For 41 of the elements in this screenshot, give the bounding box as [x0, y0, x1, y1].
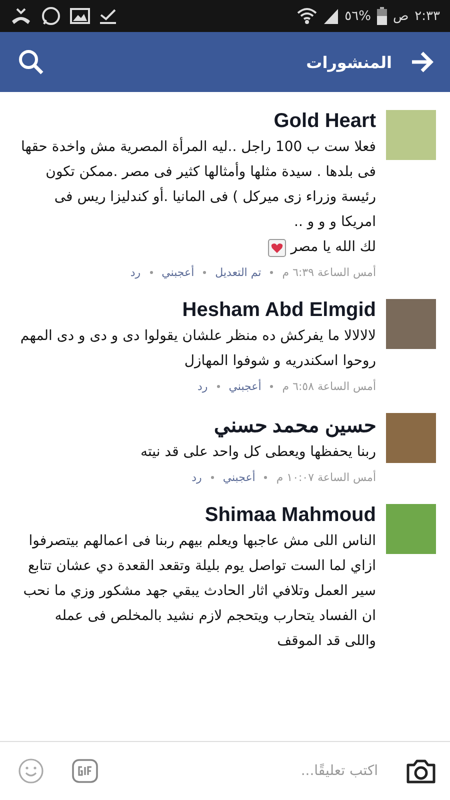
- page-title: المنشورات: [305, 52, 392, 72]
- chat-bubble-icon: [41, 6, 61, 26]
- dot-separator-icon: [216, 385, 220, 388]
- comment-text: فعلا ست ب 100 راجل ..ليه المرأة المصرية مش واخدة حقها فى بلدها . سيدة مثلها وأمثالها كثير فى مصر .ممكن تكون رئيسة وزراء زى ميركل ) فى المانيا .أو كندليزا ريس فى امريكا و و و ..: [20, 136, 376, 232]
- comment-timestamp: أمس الساعة ٦:٣٩ م: [282, 266, 376, 279]
- comment-timestamp: أمس الساعة ١٠:٠٧ م: [276, 471, 376, 484]
- reply-link[interactable]: رد: [130, 266, 141, 279]
- dot-separator-icon: [270, 271, 274, 274]
- image-icon: [70, 8, 90, 24]
- comment-text: ربنا يحفظها ويعطى كل واحد على قد نيته: [140, 443, 376, 462]
- missed-call-icon: [10, 7, 32, 25]
- wifi-icon: [296, 7, 317, 25]
- dot-separator-icon: [203, 271, 206, 274]
- like-link[interactable]: أعجبني: [222, 471, 256, 484]
- commenter-name[interactable]: Shimaa Mahmoud: [204, 504, 376, 527]
- dot-separator-icon: [150, 271, 153, 274]
- like-link[interactable]: أعجبني: [162, 266, 194, 279]
- dot-separator-icon: [210, 476, 214, 479]
- smiley-icon[interactable]: [18, 758, 44, 784]
- commenter-name[interactable]: Hesham Abd Elmgid: [182, 299, 376, 322]
- camera-icon[interactable]: [406, 758, 436, 784]
- gif-icon[interactable]: [72, 759, 98, 783]
- comment-input-field[interactable]: اكتب تعليقًا...: [126, 757, 378, 785]
- dot-separator-icon: [270, 385, 274, 388]
- like-link[interactable]: أعجبني: [228, 380, 262, 393]
- commenter-name[interactable]: Gold Heart: [274, 110, 376, 133]
- comment-timestamp: أمس الساعة ٦:٥٨ م: [282, 380, 376, 393]
- battery-icon: [376, 7, 387, 25]
- battery-percentage: ٥٦%: [344, 8, 371, 24]
- signal-icon: [322, 8, 339, 24]
- comment-text: لك الله يا مصر: [290, 238, 376, 257]
- clock: ٢:٣٣: [414, 8, 440, 24]
- comment-text: الناس اللى مش عاجبها ويعلم بيهم ربنا فى اعمالهم بيتصرفوا ازاي لما الست تواصل يوم بليلة وتقعد القعدة دي عشان تتابع سير العمل وتلافي اثار الحادث يبقي جهد مشكور وزي ما نحب ان الفساد يتحارب ويتحجم لازم نشيد بالمخلص فى عمله واللى قد الموقف: [22, 532, 376, 651]
- comment-text: لالالالا ما يفركش ده منظر علشان يقولوا دى و دى و دى المهم روحوا اسكندريه و شوفوا المهازل: [20, 327, 376, 371]
- commenter-name[interactable]: حسين محمد حسني: [214, 413, 376, 438]
- am-pm-indicator: ص: [392, 8, 409, 24]
- dot-separator-icon: [264, 476, 268, 479]
- reply-link[interactable]: رد: [192, 471, 202, 484]
- reply-link[interactable]: رد: [198, 380, 208, 393]
- checkmark-icon: [99, 8, 117, 24]
- edited-link[interactable]: تم التعديل: [215, 266, 262, 279]
